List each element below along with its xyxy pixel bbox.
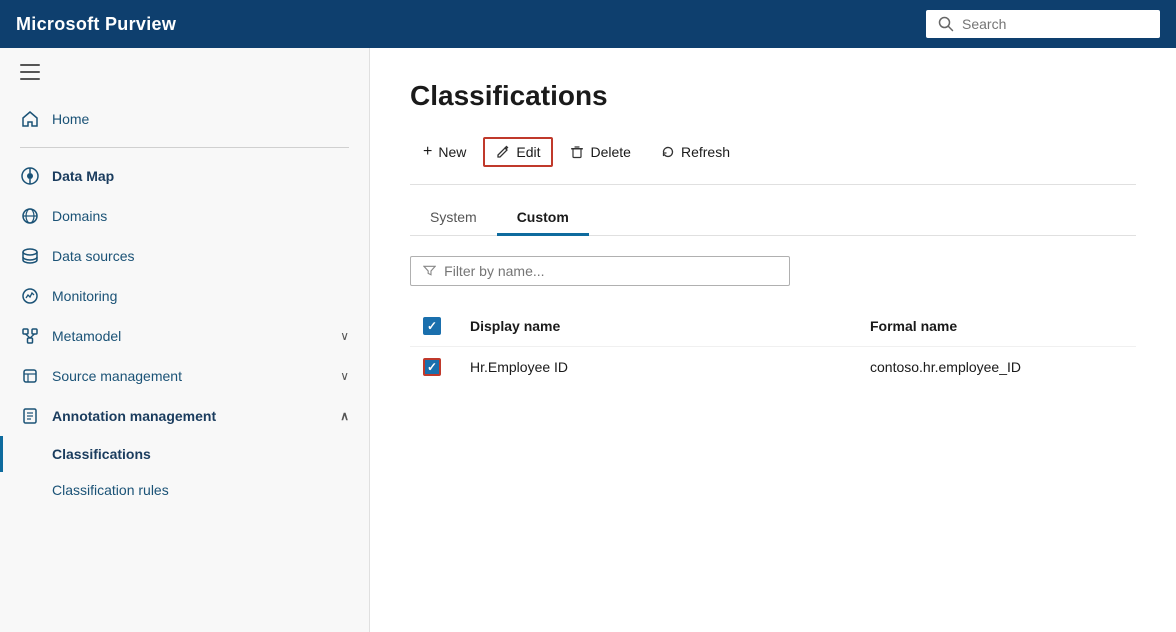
row-display-name: Hr.Employee ID	[458, 347, 858, 388]
header-checkbox[interactable]: ✓	[422, 316, 442, 336]
refresh-button-label: Refresh	[681, 144, 730, 160]
sidebar-item-data-sources[interactable]: Data sources	[0, 236, 369, 276]
tab-custom[interactable]: Custom	[497, 201, 589, 236]
row-checkbox-cell[interactable]: ✓	[410, 347, 458, 388]
page-title: Classifications	[410, 80, 1136, 112]
top-header: Microsoft Purview	[0, 0, 1176, 48]
filter-input[interactable]	[444, 263, 777, 279]
data-map-icon	[20, 166, 40, 186]
sidebar-data-map-label: Data Map	[52, 168, 114, 184]
row-checkbox-checked: ✓	[423, 358, 441, 376]
monitoring-icon	[20, 286, 40, 306]
sidebar-classification-rules-label: Classification rules	[52, 482, 169, 498]
sidebar-divider-1	[20, 147, 349, 148]
edit-icon	[496, 145, 510, 159]
tab-system[interactable]: System	[410, 201, 497, 236]
row-formal-name: contoso.hr.employee_ID	[858, 347, 1136, 388]
domains-icon	[20, 206, 40, 226]
home-icon	[20, 109, 40, 129]
edit-button[interactable]: Edit	[483, 137, 553, 167]
main-layout: Home Data Map	[0, 48, 1176, 632]
sidebar: Home Data Map	[0, 48, 370, 632]
filter-box[interactable]	[410, 256, 790, 286]
content-area: Classifications + New Edit Dele	[370, 48, 1176, 632]
tabs: System Custom	[410, 201, 1136, 236]
header-checkbox-checked: ✓	[423, 317, 441, 335]
plus-icon: +	[423, 143, 432, 161]
sidebar-source-management-label: Source management	[52, 368, 182, 384]
refresh-icon	[661, 145, 675, 159]
data-sources-icon	[20, 246, 40, 266]
sidebar-metamodel-label: Metamodel	[52, 328, 121, 344]
sidebar-monitoring-label: Monitoring	[52, 288, 117, 304]
classifications-table: ✓ Display name Formal name ✓	[410, 306, 1136, 387]
sidebar-item-source-management[interactable]: Source management ∨	[0, 356, 369, 396]
sidebar-item-classifications[interactable]: Classifications	[0, 436, 369, 472]
filter-icon	[423, 264, 436, 278]
sidebar-annotation-management-label: Annotation management	[52, 408, 216, 424]
refresh-button[interactable]: Refresh	[648, 137, 743, 167]
header-formal-name: Formal name	[858, 306, 1136, 347]
table-row[interactable]: ✓ Hr.Employee ID contoso.hr.employee_ID	[410, 347, 1136, 388]
header-checkmark: ✓	[427, 319, 437, 333]
toolbar: + New Edit Delete	[410, 136, 1136, 185]
search-input[interactable]	[962, 16, 1148, 32]
delete-button-label: Delete	[590, 144, 630, 160]
header-display-name: Display name	[458, 306, 858, 347]
search-icon	[938, 16, 954, 32]
hamburger-menu[interactable]	[0, 48, 369, 99]
sidebar-classifications-label: Classifications	[52, 446, 151, 462]
sidebar-item-home[interactable]: Home	[0, 99, 369, 139]
delete-button[interactable]: Delete	[557, 137, 643, 167]
edit-button-label: Edit	[516, 144, 540, 160]
source-management-chevron: ∨	[340, 369, 349, 383]
sidebar-domains-label: Domains	[52, 208, 107, 224]
sidebar-item-data-map[interactable]: Data Map	[0, 156, 369, 196]
metamodel-chevron: ∨	[340, 329, 349, 343]
new-button-label: New	[438, 144, 466, 160]
header-checkbox-col: ✓	[410, 306, 458, 347]
row-checkbox-wrapper[interactable]: ✓	[422, 357, 442, 377]
sidebar-item-classification-rules[interactable]: Classification rules	[0, 472, 369, 508]
sidebar-item-annotation-management[interactable]: Annotation management ∧	[0, 396, 369, 436]
sidebar-item-monitoring[interactable]: Monitoring	[0, 276, 369, 316]
row-checkmark: ✓	[427, 360, 437, 374]
metamodel-icon	[20, 326, 40, 346]
delete-icon	[570, 145, 584, 159]
new-button[interactable]: + New	[410, 136, 479, 168]
sidebar-data-sources-label: Data sources	[52, 248, 134, 264]
sidebar-item-metamodel[interactable]: Metamodel ∨	[0, 316, 369, 356]
table-header-row: ✓ Display name Formal name	[410, 306, 1136, 347]
sidebar-item-domains[interactable]: Domains	[0, 196, 369, 236]
annotation-management-icon	[20, 406, 40, 426]
annotation-management-chevron: ∧	[340, 409, 349, 423]
app-title: Microsoft Purview	[16, 14, 176, 35]
source-management-icon	[20, 366, 40, 386]
search-box[interactable]	[926, 10, 1160, 38]
sidebar-item-home-label: Home	[52, 111, 89, 127]
